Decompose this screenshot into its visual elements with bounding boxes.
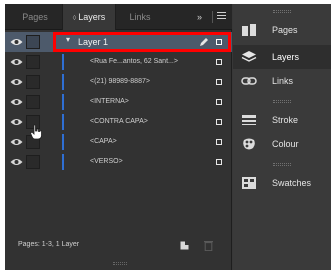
hand-cursor-icon bbox=[30, 124, 42, 140]
layers-list: ▾ Layer 1 <Rua Fe...antos, 62 Sant...> <… bbox=[5, 32, 232, 172]
layers-panel: Pages ◊ Layers Links » ▾ Layer 1 <Rua Fe… bbox=[5, 4, 232, 270]
selection-square[interactable] bbox=[216, 139, 222, 145]
lock-toggle[interactable] bbox=[26, 155, 40, 169]
panel-menu-icon[interactable] bbox=[217, 12, 226, 21]
layers-icon bbox=[241, 51, 257, 62]
lock-toggle[interactable] bbox=[26, 95, 40, 109]
tab-reorder-icon: ◊ bbox=[72, 15, 77, 22]
dock-grip[interactable] bbox=[273, 100, 291, 103]
dock-label: Links bbox=[272, 76, 294, 86]
dock-grip[interactable] bbox=[273, 10, 291, 13]
indesign-panel-frame: Pages ◊ Layers Links » ▾ Layer 1 <Rua Fe… bbox=[5, 4, 331, 270]
layer-color-bar bbox=[62, 134, 64, 150]
layer-color-bar bbox=[62, 74, 64, 90]
layer-item-row[interactable]: <INTERNA> bbox=[5, 92, 232, 112]
panel-footer: Pages: 1-3, 1 Layer bbox=[5, 234, 232, 258]
dock-item-layers[interactable]: Layers bbox=[233, 45, 331, 69]
layer-item-row[interactable]: <Rua Fe...antos, 62 Sant...> bbox=[5, 52, 232, 72]
swatches-icon bbox=[242, 177, 256, 189]
layer-color-bar bbox=[62, 54, 64, 70]
colour-icon bbox=[243, 138, 255, 150]
collapse-panel-icon[interactable]: » bbox=[197, 12, 202, 22]
new-layer-icon[interactable] bbox=[180, 241, 189, 250]
visibility-eye-icon[interactable] bbox=[10, 118, 23, 126]
annotation-highlight-box bbox=[53, 32, 231, 52]
lock-toggle[interactable] bbox=[26, 75, 40, 89]
dock-item-swatches[interactable]: Swatches bbox=[233, 171, 331, 195]
layer-item-row[interactable]: <VERSO> bbox=[5, 152, 232, 172]
pages-layer-status: Pages: 1-3, 1 Layer bbox=[18, 241, 80, 248]
layer-item-label: <CAPA> bbox=[90, 138, 117, 145]
dock-item-stroke[interactable]: Stroke bbox=[233, 108, 331, 132]
layer-item-label: <CONTRA CAPA> bbox=[90, 118, 148, 125]
dock-label: Colour bbox=[272, 139, 299, 149]
pages-icon bbox=[242, 24, 256, 36]
visibility-eye-icon[interactable] bbox=[10, 158, 23, 166]
visibility-eye-icon[interactable] bbox=[10, 58, 23, 66]
dock-label: Swatches bbox=[272, 178, 312, 188]
dock-grip[interactable] bbox=[273, 163, 291, 166]
collapsed-panel-dock: Pages Layers Links Stroke Colour Swatche… bbox=[233, 4, 331, 270]
dock-label: Pages bbox=[272, 25, 298, 35]
tab-pages[interactable]: Pages bbox=[9, 4, 61, 30]
selection-square[interactable] bbox=[216, 59, 222, 65]
resize-grip[interactable] bbox=[113, 262, 127, 265]
tab-layers[interactable]: ◊ Layers bbox=[62, 4, 116, 30]
tab-divider bbox=[212, 11, 213, 23]
layer-color-bar bbox=[62, 114, 64, 130]
visibility-eye-icon[interactable] bbox=[10, 138, 23, 146]
tab-layers-label: Layers bbox=[78, 12, 106, 22]
layer-item-label: <VERSO> bbox=[90, 158, 123, 165]
lock-toggle[interactable] bbox=[26, 55, 40, 69]
dock-item-colour[interactable]: Colour bbox=[233, 132, 331, 156]
layer-item-label: <INTERNA> bbox=[90, 98, 129, 105]
layer-item-label: <(21) 98989-8887> bbox=[90, 78, 150, 85]
layer-color-bar bbox=[62, 154, 64, 170]
panel-tab-bar: Pages ◊ Layers Links » bbox=[5, 4, 232, 30]
visibility-eye-icon[interactable] bbox=[10, 78, 23, 86]
lock-toggle[interactable] bbox=[26, 35, 40, 49]
dock-item-pages[interactable]: Pages bbox=[233, 18, 331, 42]
layer-color-bar bbox=[62, 94, 64, 110]
dock-item-links[interactable]: Links bbox=[233, 69, 331, 93]
selection-square[interactable] bbox=[216, 159, 222, 165]
layer-item-label: <Rua Fe...antos, 62 Sant...> bbox=[90, 58, 178, 65]
trash-icon[interactable] bbox=[204, 240, 213, 251]
tab-links[interactable]: Links bbox=[117, 4, 163, 30]
visibility-eye-icon[interactable] bbox=[10, 38, 23, 46]
selection-square[interactable] bbox=[216, 119, 222, 125]
selection-square[interactable] bbox=[216, 99, 222, 105]
layer-item-row[interactable]: <(21) 98989-8887> bbox=[5, 72, 232, 92]
selection-square[interactable] bbox=[216, 79, 222, 85]
dock-label: Stroke bbox=[272, 115, 299, 125]
dock-label: Layers bbox=[272, 52, 300, 62]
links-icon bbox=[241, 77, 257, 85]
stroke-icon bbox=[242, 115, 256, 125]
visibility-eye-icon[interactable] bbox=[10, 98, 23, 106]
